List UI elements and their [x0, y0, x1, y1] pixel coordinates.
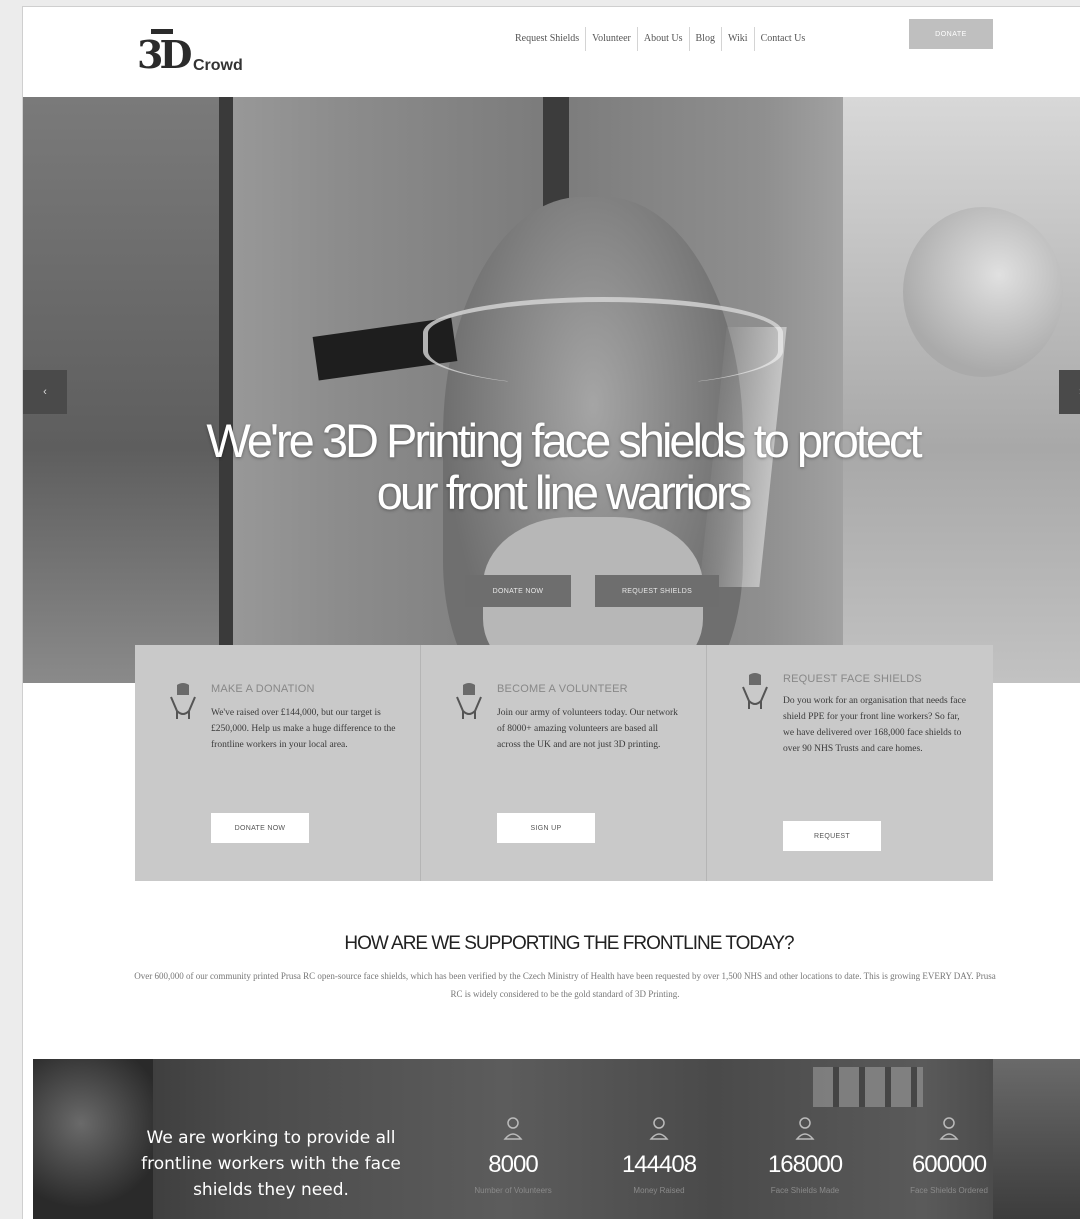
stat-label: Money Raised — [633, 1186, 685, 1195]
hero-bg-pole — [219, 97, 233, 683]
nav-blog[interactable]: Blog — [688, 27, 721, 51]
hero-request-button[interactable]: REQUEST SHIELDS — [595, 575, 719, 607]
hand-heart-icon — [170, 683, 196, 719]
person-icon — [939, 1117, 959, 1140]
logo-text: Crowd — [193, 57, 243, 74]
slider-next-button[interactable]: › — [1059, 370, 1080, 414]
stat-shields-ordered: 600000 Face Shields Ordered — [879, 1117, 1019, 1195]
hero-title-line-1: We're 3D Printing face shields to protec… — [206, 414, 922, 467]
hero-bg-lamp — [903, 207, 1063, 377]
card-text: Do you work for an organisation that nee… — [783, 696, 966, 754]
card-volunteer: BECOME A VOLUNTEER Join our army of volu… — [421, 645, 707, 881]
stat-value: 168000 — [767, 1151, 843, 1178]
page: 3D Crowd Request Shields Volunteer About… — [22, 6, 1080, 1219]
stat-value: 144408 — [621, 1151, 697, 1178]
stat-volunteers: 8000 Number of Volunteers — [443, 1117, 583, 1195]
main-nav: Request Shields Volunteer About Us Blog … — [509, 25, 811, 53]
hand-heart-icon — [456, 683, 482, 719]
hero-title: We're 3D Printing face shields to protec… — [123, 415, 1003, 519]
stat-value: 8000 — [488, 1151, 538, 1178]
nav-contact-us[interactable]: Contact Us — [753, 27, 812, 51]
nav-volunteer[interactable]: Volunteer — [585, 27, 637, 51]
hero-title-line-2: our front line warriors — [376, 466, 752, 519]
logo-mark: 3D — [137, 32, 192, 77]
section-title: HOW ARE WE SUPPORTING THE FRONTLINE TODA… — [344, 933, 794, 954]
hero-slider: ‹ › We're 3D Printing face shields to pr… — [23, 97, 1080, 683]
card-donate-button[interactable]: DONATE NOW — [211, 813, 309, 843]
site-logo[interactable]: 3D Crowd — [137, 27, 277, 87]
stats-tagline: We are working to provide all frontline … — [141, 1128, 401, 1200]
card-text: Join our army of volunteers today. Our n… — [497, 708, 678, 750]
action-cards: MAKE A DONATION We've raised over £144,0… — [135, 645, 993, 881]
card-request-button[interactable]: REQUEST — [783, 821, 881, 851]
stat-shields-made: 168000 Face Shields Made — [735, 1117, 875, 1195]
stat-value: 600000 — [911, 1151, 987, 1178]
card-request: REQUEST FACE SHIELDS Do you work for an … — [707, 645, 993, 881]
person-icon — [795, 1117, 815, 1140]
section-text: Over 600,000 of our community printed Pr… — [134, 971, 996, 999]
card-title: REQUEST FACE SHIELDS — [783, 673, 922, 685]
card-title: BECOME A VOLUNTEER — [497, 683, 628, 695]
nav-about-us[interactable]: About Us — [636, 27, 689, 51]
stat-label: Face Shields Ordered — [910, 1186, 988, 1195]
stat-money: 144408 Money Raised — [589, 1117, 729, 1195]
hero-donate-button[interactable]: DONATE NOW — [465, 575, 571, 607]
nav-wiki[interactable]: Wiki — [720, 27, 754, 51]
card-signup-button[interactable]: SIGN UP — [497, 813, 595, 843]
card-title: MAKE A DONATION — [211, 683, 315, 695]
slider-prev-button[interactable]: ‹ — [23, 370, 67, 414]
stat-label: Face Shields Made — [770, 1186, 840, 1195]
person-icon — [503, 1117, 523, 1140]
hand-heart-icon — [742, 673, 768, 709]
stats-bg-signs — [813, 1067, 923, 1107]
nav-request-shields[interactable]: Request Shields — [509, 27, 585, 51]
person-icon — [649, 1117, 669, 1140]
card-text: We've raised over £144,000, but our targ… — [211, 708, 396, 750]
chevron-left-icon: ‹ — [43, 386, 47, 398]
card-donation: MAKE A DONATION We've raised over £144,0… — [135, 645, 421, 881]
donate-button[interactable]: DONATE — [909, 19, 993, 49]
hero-bg-wall-right — [843, 97, 1080, 683]
stats-band: We are working to provide all frontline … — [33, 1059, 1080, 1219]
stat-label: Number of Volunteers — [474, 1186, 552, 1195]
